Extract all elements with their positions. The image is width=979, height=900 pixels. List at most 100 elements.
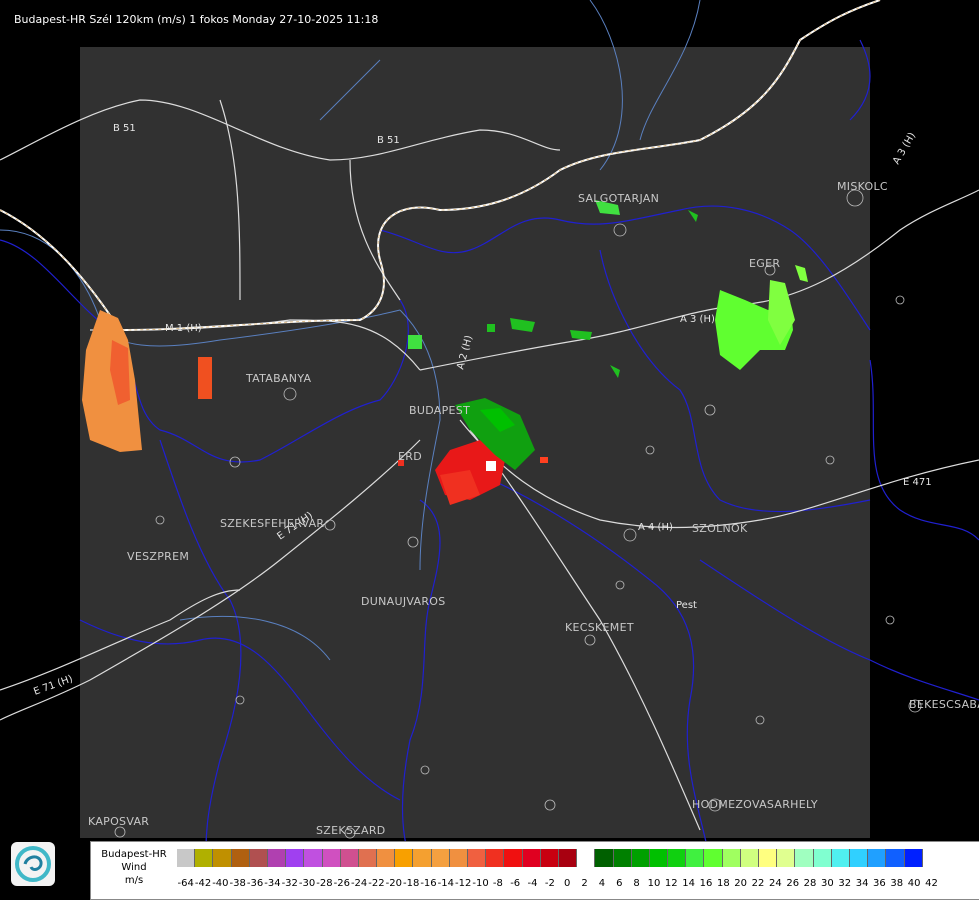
place-label-miskolc: MISKOLC — [837, 180, 888, 193]
legend-tick: -40 — [212, 878, 229, 889]
legend-tick: -30 — [298, 878, 316, 889]
legend-swatch — [486, 849, 505, 867]
place-label-hodmezovasarhely: HODMEZOVASARHELY — [692, 798, 818, 811]
place-label-eger: EGER — [749, 257, 781, 270]
place-label-kecskemet: KECSKEMET — [565, 621, 634, 634]
legend-tick: 18 — [716, 878, 730, 889]
legend-swatch — [759, 849, 778, 867]
legend-swatch — [431, 849, 450, 867]
legend-tick: -24 — [350, 878, 368, 889]
road-label-b51-west: B 51 — [113, 123, 136, 134]
legend-tick: 2 — [581, 878, 588, 889]
legend-tick: -2 — [544, 878, 555, 889]
legend-swatch — [377, 849, 396, 867]
legend-tick: -4 — [527, 878, 538, 889]
legend-swatch — [213, 849, 232, 867]
legend-tick: -34 — [264, 878, 281, 889]
legend-swatch — [868, 849, 887, 867]
legend-swatch — [649, 849, 669, 867]
legend-swatch — [322, 849, 341, 867]
legend-tick: -32 — [281, 878, 298, 889]
legend-quantity: Wind — [121, 862, 147, 873]
legend-swatch — [304, 849, 323, 867]
legend-swatch — [286, 849, 305, 867]
legend-swatch — [849, 849, 869, 867]
legend-swatch — [413, 849, 432, 867]
road-label-e71-sw: E 71 (H) — [32, 674, 74, 698]
legend-swatch — [886, 849, 905, 867]
place-label-bekescsaba: BEKESCSABA — [909, 698, 979, 711]
legend-swatch — [540, 849, 559, 867]
legend-swatch — [813, 849, 832, 867]
legend-swatch — [795, 849, 814, 867]
legend-unit: m/s — [124, 875, 144, 886]
legend-tick: 28 — [803, 878, 817, 889]
legend-tick: 26 — [786, 878, 800, 889]
place-label-kaposvar: KAPOSVAR — [88, 815, 150, 828]
legend-tick: 34 — [855, 878, 869, 889]
place-label-salgotarjan: SALGOTARJAN — [578, 192, 660, 205]
legend-tick: -20 — [385, 878, 402, 889]
legend-tick: 24 — [768, 878, 782, 889]
legend-tick: -12 — [455, 878, 472, 889]
road-label-m1: M 1 (H) — [165, 323, 202, 334]
legend-swatch — [449, 849, 468, 867]
place-label-budapest: BUDAPEST — [409, 404, 471, 417]
legend-tick: 36 — [873, 878, 886, 889]
place-label-szekesfehervar: SZEKESFEHERVAR — [220, 517, 325, 530]
legend-tick: -16 — [420, 878, 437, 889]
legend-swatch — [631, 849, 650, 867]
legend-swatch — [177, 849, 196, 867]
legend-tick: 30 — [821, 878, 834, 889]
legend-tick: -26 — [333, 878, 350, 889]
legend-tick: 22 — [751, 878, 765, 889]
legend-tick: 20 — [734, 878, 748, 889]
legend-swatch — [740, 849, 759, 867]
legend-swatch — [704, 849, 723, 867]
legend-swatch — [395, 849, 414, 867]
legend-title: Budapest-HR Wind m/s — [91, 848, 177, 887]
legend-tick: 12 — [664, 878, 678, 889]
legend-tick: 16 — [699, 878, 713, 889]
legend-tick: -6 — [510, 878, 521, 889]
place-label-szekszard: SZEKSZARD — [316, 824, 386, 837]
legend-swatch — [722, 849, 741, 867]
legend-tick: -8 — [492, 878, 503, 889]
legend-tick: -14 — [437, 878, 454, 889]
legend-tick: 0 — [564, 878, 571, 889]
legend-station: Budapest-HR — [101, 849, 167, 860]
legend-tick-labels: -64 -42 -40 -38 -36 -34 -32 -30 -28 -26 -24 -22 -20-… — [177, 878, 940, 889]
legend-tick: 10 — [647, 878, 661, 889]
road-label-b51-east: B 51 — [377, 135, 400, 146]
legend-swatch — [267, 849, 287, 867]
legend-swatch — [249, 849, 268, 867]
legend-swatch — [777, 849, 796, 867]
road-label-a3-ne: A 3 (H) — [891, 131, 918, 167]
legend-tick: -28 — [316, 878, 333, 889]
legend-swatch — [595, 849, 614, 867]
legend-swatch — [468, 849, 487, 867]
legend-tick: 42 — [925, 878, 938, 889]
road-label-a3: A 3 (H) — [680, 314, 715, 325]
place-label-dunaujvaros: DUNAUJVAROS — [361, 595, 446, 608]
legend-tick: -64 — [177, 878, 194, 889]
legend-swatch — [613, 849, 632, 867]
legend-swatch — [577, 849, 596, 867]
legend-tick: 8 — [633, 878, 640, 889]
legend-tick: -10 — [472, 878, 489, 889]
legend-color-swatches — [177, 849, 923, 868]
legend-swatch — [340, 849, 359, 867]
legend-swatch — [831, 849, 850, 867]
legend-tick: -18 — [402, 878, 420, 889]
legend-swatch — [358, 849, 378, 867]
legend-swatch — [686, 849, 705, 867]
legend-tick: 38 — [890, 878, 904, 889]
legend-tick: 4 — [598, 878, 606, 889]
legend-swatch — [668, 849, 687, 867]
place-label-tatabanya: TATABANYA — [246, 372, 312, 385]
radar-map: B 51 B 51 M 1 (H) A 2 (H) A 3 (H) A 3 (H… — [0, 0, 979, 900]
road-label-pest: Pest — [676, 600, 697, 611]
legend-tick: 6 — [616, 878, 623, 889]
place-label-szolnok: SZOLNOK — [692, 522, 748, 535]
road-label-a4: A 4 (H) — [638, 522, 673, 533]
